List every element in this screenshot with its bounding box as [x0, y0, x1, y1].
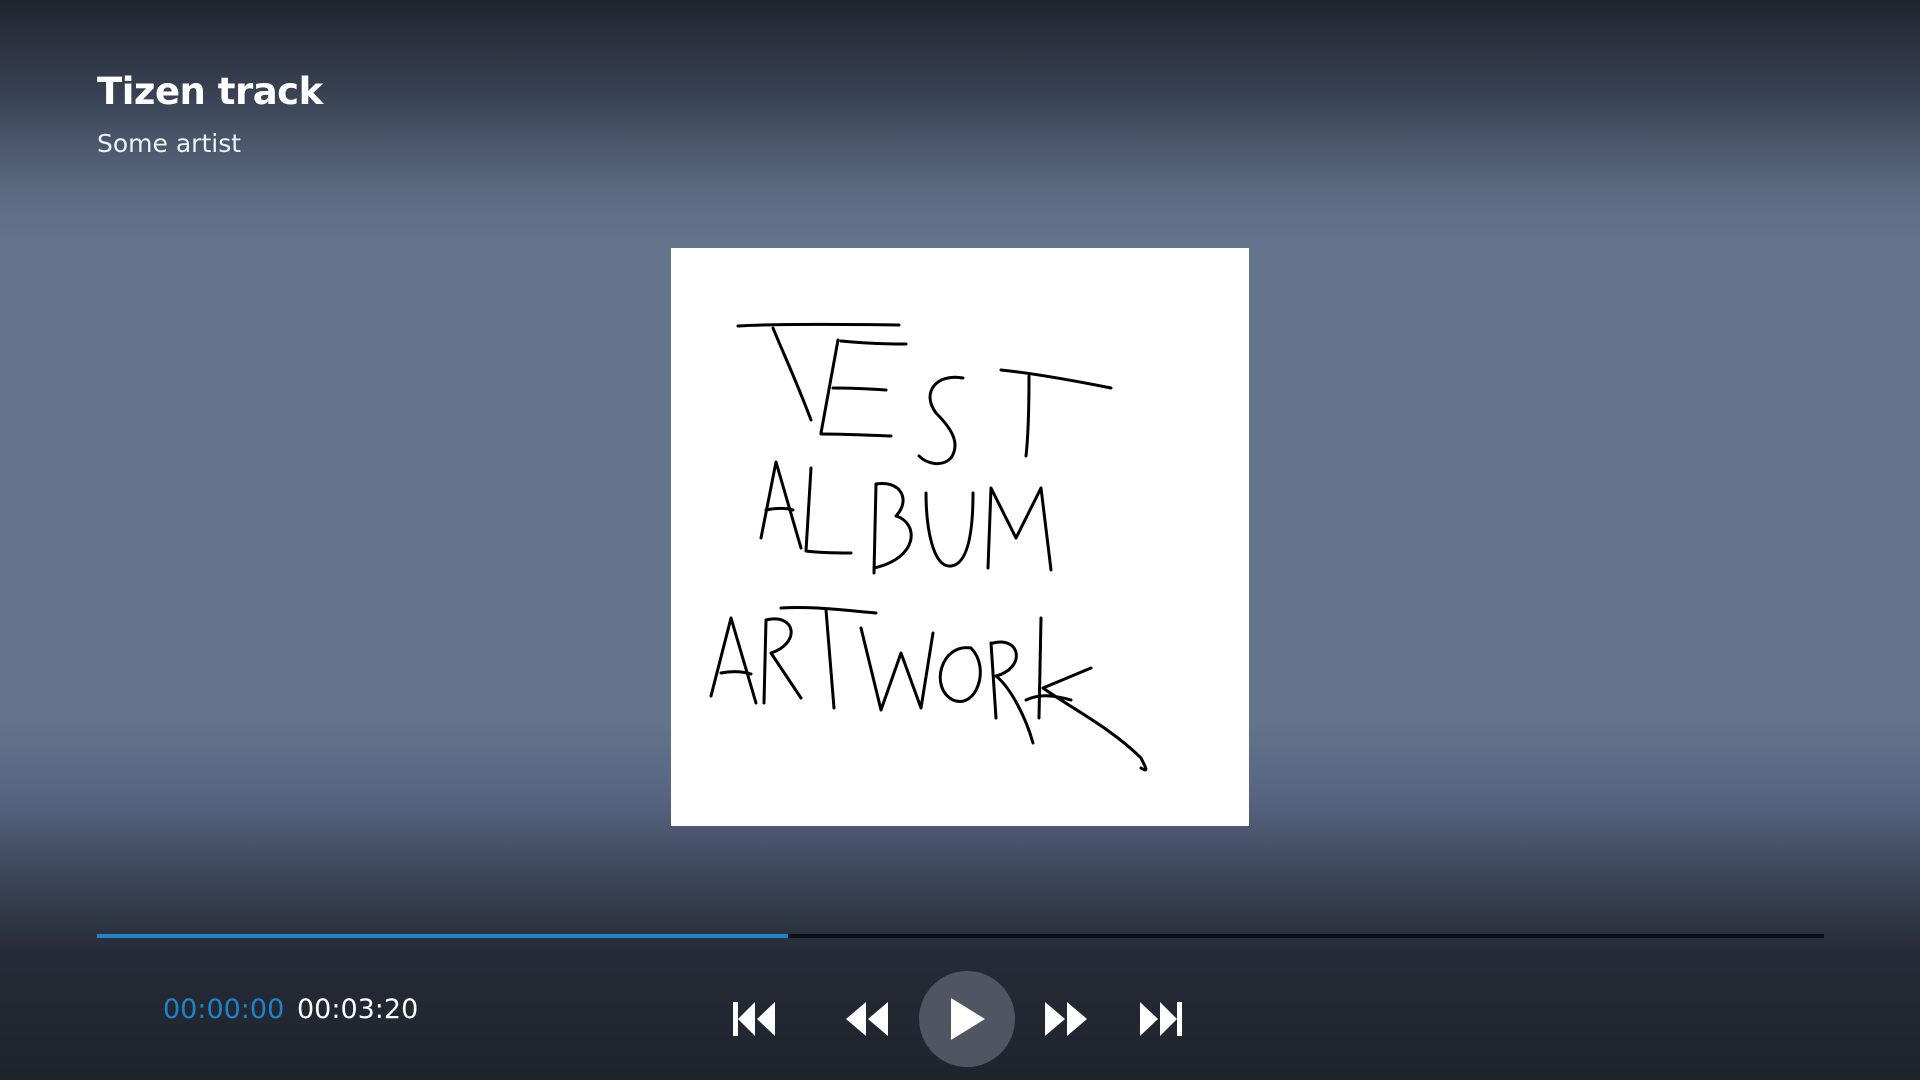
fast-forward-icon — [1045, 1002, 1087, 1036]
play-button[interactable] — [919, 971, 1015, 1067]
progress-bar-fill — [97, 934, 788, 938]
progress-bar[interactable] — [97, 934, 1824, 938]
current-time: 00:00:00 — [163, 994, 285, 1025]
skip-next-button[interactable] — [1112, 971, 1208, 1067]
album-artwork — [671, 248, 1249, 826]
track-artist: Some artist — [97, 129, 242, 158]
skip-previous-icon — [733, 1002, 775, 1036]
track-title: Tizen track — [97, 70, 323, 113]
fast-forward-button[interactable] — [1018, 971, 1114, 1067]
skip-next-icon — [1140, 1002, 1182, 1036]
play-icon — [951, 998, 985, 1040]
rewind-button[interactable] — [819, 971, 915, 1067]
skip-previous-button[interactable] — [707, 971, 803, 1067]
album-artwork-drawing — [709, 322, 1148, 772]
rewind-icon — [846, 1002, 888, 1036]
total-time: 00:03:20 — [297, 994, 419, 1025]
